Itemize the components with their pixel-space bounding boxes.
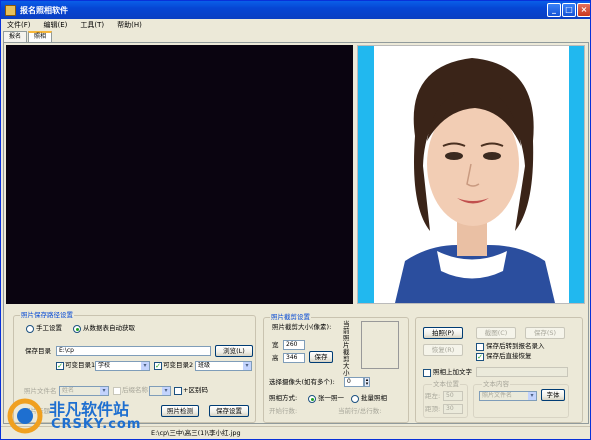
photo-preview bbox=[357, 45, 585, 304]
tab-photo[interactable]: 照相 bbox=[28, 31, 53, 42]
camera-preview bbox=[6, 45, 353, 304]
distinguish-label: +区别码 bbox=[183, 386, 208, 394]
camera-input[interactable]: 0 bbox=[344, 377, 364, 387]
tab-register[interactable]: 报名 bbox=[3, 31, 28, 42]
camera-label: 选择摄像头(如有多个): bbox=[269, 378, 335, 386]
crop-save-button[interactable]: 保存 bbox=[309, 351, 333, 363]
width-input[interactable]: 260 bbox=[283, 340, 305, 350]
var-dir1-label: 可变目录1 bbox=[65, 361, 96, 369]
minimize-button[interactable]: _ bbox=[547, 3, 561, 17]
crop-group-title: 照片截剪设置 bbox=[270, 313, 311, 322]
height-label: 高 bbox=[272, 354, 279, 362]
tab-strip: 报名 照相 bbox=[3, 31, 53, 42]
manual-radio[interactable] bbox=[26, 325, 34, 333]
save-dir-input[interactable]: E:\cp bbox=[56, 346, 211, 356]
save-photo-button[interactable]: 保存(S) bbox=[525, 327, 565, 339]
top-margin-label: 距顶: bbox=[425, 405, 441, 413]
menu-help[interactable]: 帮助(H) bbox=[117, 20, 142, 30]
title-bar[interactable]: 报名照相软件 _ □ × bbox=[1, 1, 590, 19]
watermark-en: CRSKY.com bbox=[51, 417, 142, 432]
var-dir2-select[interactable]: 班级 bbox=[195, 361, 252, 371]
camera-spinner[interactable]: ▴ ▾ bbox=[364, 377, 370, 387]
maximize-button[interactable]: □ bbox=[562, 3, 576, 17]
font-button[interactable]: 字体 bbox=[541, 389, 565, 401]
save-settings-button[interactable]: 保存设置 bbox=[209, 405, 249, 417]
crop-preview-box bbox=[361, 321, 399, 369]
crop-size-label: 照片截剪大小(像素): bbox=[272, 323, 332, 331]
auto-radio[interactable] bbox=[73, 325, 81, 333]
var-dir1-checkbox[interactable]: ✓ bbox=[56, 362, 64, 370]
portrait-photo bbox=[375, 46, 569, 303]
overlay-text-input[interactable] bbox=[476, 367, 568, 377]
window-title: 报名照相软件 bbox=[20, 5, 68, 15]
current-crop-size-vertical: 当前照片截剪大小 bbox=[343, 320, 350, 377]
menu-edit[interactable]: 编辑(E) bbox=[44, 20, 68, 30]
mode-batch-label: 批量照相 bbox=[361, 394, 387, 402]
direct-restore-label: 保存后直接恢复 bbox=[486, 352, 532, 360]
start-row-label: 开始行数: bbox=[269, 407, 298, 415]
var-dir1-select[interactable]: 学校 bbox=[95, 361, 150, 371]
text-position-title: 文本位置 bbox=[432, 380, 460, 389]
watermark: 非凡软件站 CRSKY.com bbox=[7, 394, 167, 438]
mode-single-label: 张一照一 bbox=[318, 394, 344, 402]
text-content-select[interactable]: 照片文件名 bbox=[479, 391, 537, 401]
distinguish-checkbox[interactable] bbox=[174, 387, 182, 395]
add-text-checkbox[interactable] bbox=[423, 369, 431, 377]
menu-file[interactable]: 文件(F) bbox=[7, 20, 31, 30]
var-dir2-label: 可变目录2 bbox=[163, 361, 194, 369]
browse-button[interactable]: 浏览(L) bbox=[215, 345, 253, 357]
height-input[interactable]: 346 bbox=[283, 353, 305, 363]
add-text-label: 照相上加文字 bbox=[433, 368, 472, 376]
take-photo-button[interactable]: 拍照(P) bbox=[423, 327, 463, 339]
var-dir2-checkbox[interactable]: ✓ bbox=[154, 362, 162, 370]
auto-label: 从数据表自动获取 bbox=[83, 324, 135, 332]
top-margin-input[interactable]: 30 bbox=[443, 404, 463, 414]
current-row-label: 当前行/总行数: bbox=[338, 407, 382, 415]
app-window: 报名照相软件 _ □ × 文件(F) 编辑(E) 工具(T) 帮助(H) 报名 … bbox=[0, 0, 591, 440]
crsky-logo-icon bbox=[7, 398, 43, 434]
restore-button[interactable]: 恢复(R) bbox=[423, 344, 463, 356]
manual-label: 手工设置 bbox=[36, 324, 62, 332]
close-button[interactable]: × bbox=[577, 3, 590, 17]
app-icon bbox=[5, 4, 16, 16]
width-label: 宽 bbox=[272, 341, 279, 349]
photo-border-left bbox=[358, 46, 374, 303]
photo-border-right bbox=[568, 46, 584, 303]
menu-tools[interactable]: 工具(T) bbox=[80, 20, 104, 30]
auto-import-label: 保存后转到报名录入 bbox=[486, 342, 545, 350]
mode-batch-radio[interactable] bbox=[351, 395, 359, 403]
save-path-group-title: 照片保存路径设置 bbox=[20, 311, 74, 320]
direct-restore-checkbox[interactable]: ✓ bbox=[476, 353, 484, 361]
left-margin-label: 距左: bbox=[425, 392, 441, 400]
crop-button[interactable]: 截图(C) bbox=[476, 327, 516, 339]
mode-single-radio[interactable] bbox=[308, 395, 316, 403]
auto-import-checkbox[interactable] bbox=[476, 343, 484, 351]
left-margin-input[interactable]: 50 bbox=[443, 391, 463, 401]
text-content-title: 文本内容 bbox=[482, 380, 510, 389]
save-dir-label: 保存目录 bbox=[25, 347, 51, 355]
menu-bar: 文件(F) 编辑(E) 工具(T) 帮助(H) bbox=[1, 19, 590, 31]
mode-label: 照相方式: bbox=[269, 394, 298, 402]
